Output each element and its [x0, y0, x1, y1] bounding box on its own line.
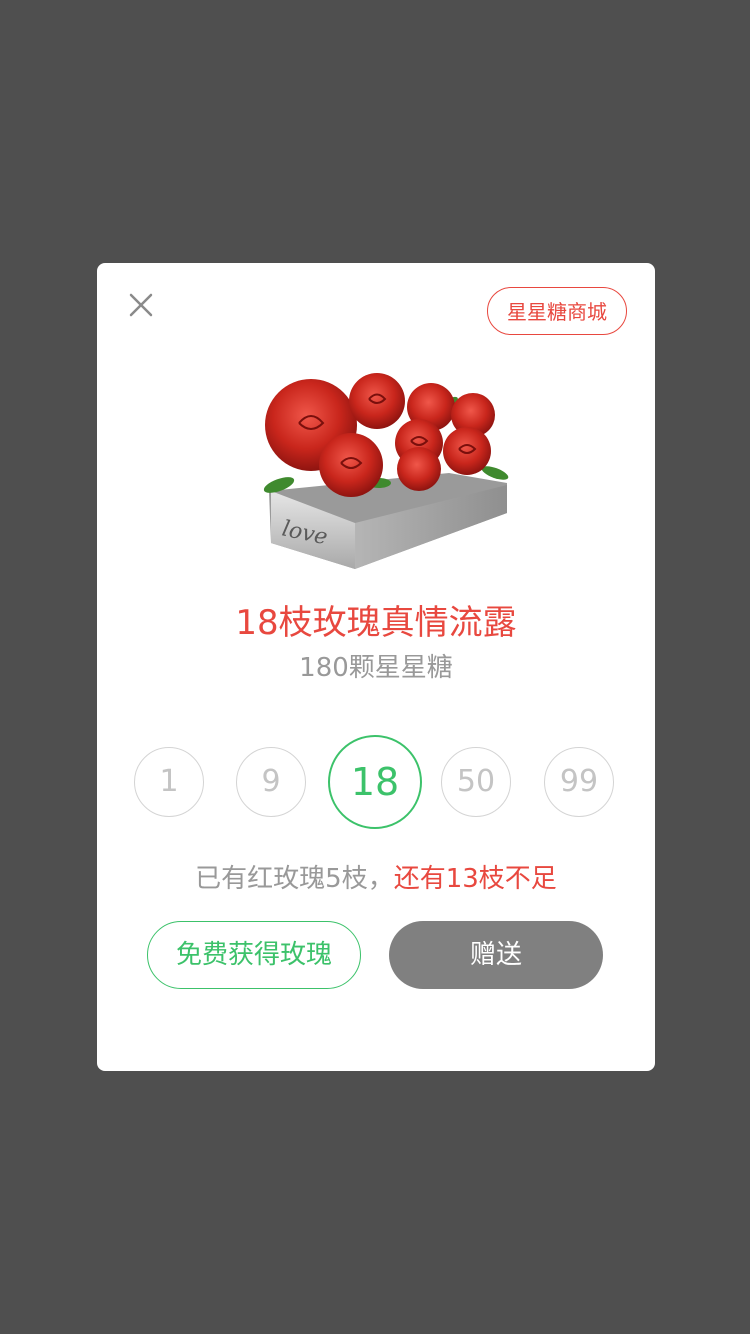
- close-icon: [129, 293, 153, 317]
- get-free-roses-button[interactable]: 免费获得玫瑰: [147, 921, 361, 989]
- rose-status-line: 已有红玫瑰5枝，还有13枝不足: [97, 859, 655, 899]
- status-shortage-text: 还有13枝不足: [393, 864, 557, 894]
- rose-box-image: love: [259, 373, 511, 571]
- candy-shop-button[interactable]: 星星糖商城: [487, 287, 627, 335]
- quantity-option-9[interactable]: 9: [236, 747, 306, 817]
- quantity-option-1[interactable]: 1: [134, 747, 204, 817]
- quantity-option-99[interactable]: 99: [544, 747, 614, 817]
- close-button[interactable]: [123, 287, 159, 323]
- send-gift-button[interactable]: 赠送: [389, 921, 603, 989]
- gift-price: 180颗星星糖: [299, 653, 453, 683]
- quantity-selector: 1 9 18 50 99: [97, 735, 655, 835]
- gift-title: 18枝玫瑰真情流露: [235, 603, 517, 643]
- quantity-option-50[interactable]: 50: [441, 747, 511, 817]
- status-owned-text: 已有红玫瑰5枝，: [195, 864, 394, 894]
- gift-dialog: 星星糖商城 love 18枝玫瑰真情流露 180颗星星糖 1 9 18 50 9…: [97, 263, 655, 1071]
- quantity-option-18-selected[interactable]: 18: [328, 735, 422, 829]
